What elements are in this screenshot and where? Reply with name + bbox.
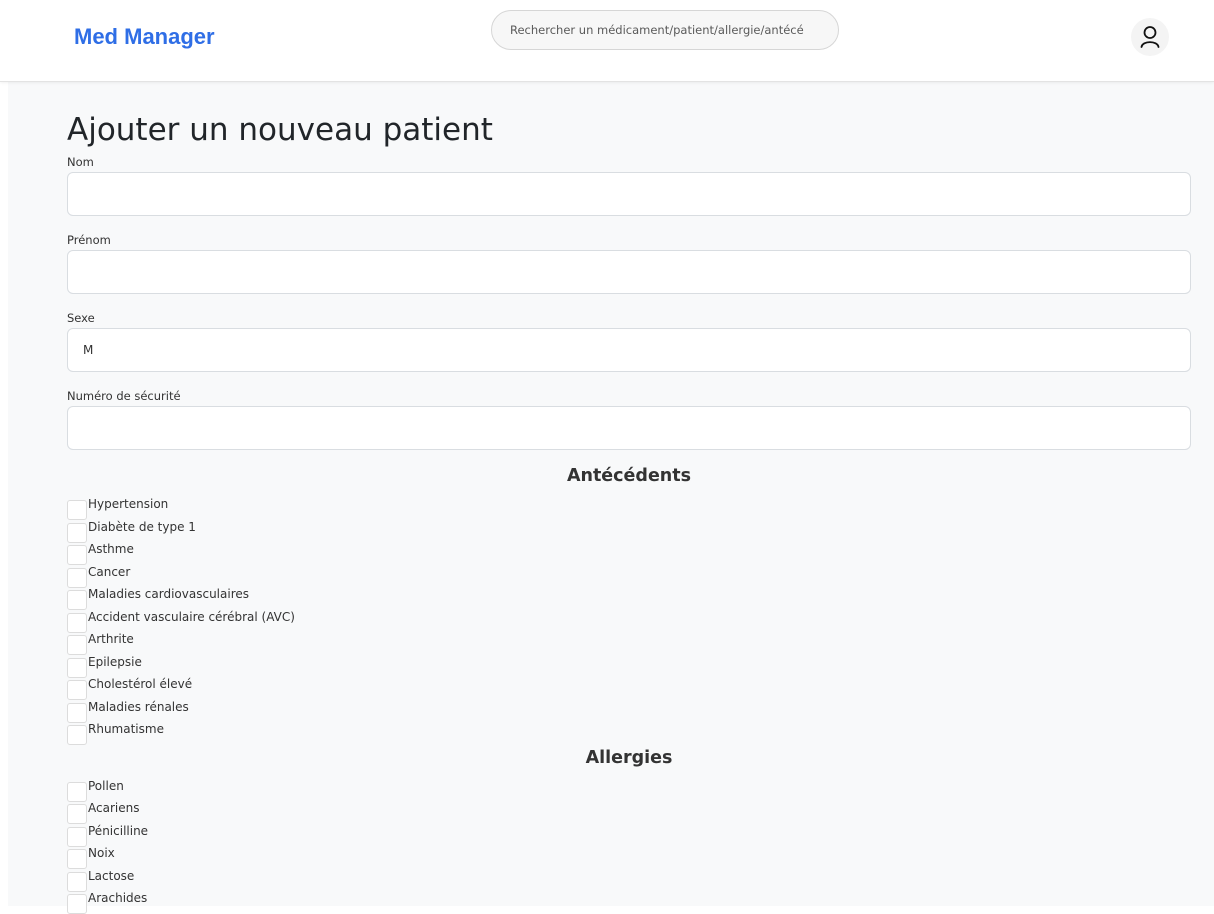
allergy-label: Lactose	[88, 868, 135, 883]
antecedent-checkbox[interactable]	[67, 590, 87, 611]
antecedent-row: Maladies cardiovasculaires	[67, 586, 1191, 611]
antecedent-checkbox[interactable]	[67, 657, 87, 678]
allergy-label: Noix	[88, 846, 115, 861]
antecedents-list: Hypertension Diabète de type 1 Asthme Cance…	[67, 496, 1191, 746]
allergy-checkbox[interactable]	[67, 871, 87, 892]
antecedent-label: Asthme	[88, 542, 134, 557]
allergies-title: Allergies	[585, 747, 673, 768]
antecedent-row: Cholestérol élevé	[67, 676, 1191, 701]
prenom-input[interactable]	[67, 250, 1191, 294]
allergy-row: Lactose	[67, 868, 1191, 892]
user-icon	[1140, 26, 1160, 48]
antecedent-label: Hypertension	[88, 497, 169, 512]
allergy-checkbox[interactable]	[67, 826, 87, 847]
allergy-label: Pollen	[88, 778, 124, 793]
antecedent-checkbox[interactable]	[67, 500, 87, 521]
antecedent-row: Hypertension	[67, 496, 1191, 521]
sexe-input[interactable]	[67, 328, 1191, 372]
sexe-label: Sexe	[67, 311, 95, 325]
nom-input[interactable]	[67, 172, 1191, 216]
antecedent-checkbox[interactable]	[67, 725, 87, 746]
allergy-row: Pénicilline	[67, 823, 1191, 847]
antecedent-checkbox[interactable]	[67, 522, 87, 543]
allergy-row: Acariens	[67, 800, 1191, 825]
top-navbar: Med Manager	[0, 0, 1214, 82]
page-title: Ajouter un nouveau patient	[67, 112, 493, 148]
secu-label: Numéro de sécurité	[67, 389, 181, 403]
allergy-row: Pollen	[67, 778, 1191, 802]
secu-input[interactable]	[67, 406, 1191, 450]
allergy-checkbox[interactable]	[67, 849, 87, 870]
user-menu-button[interactable]	[1131, 18, 1169, 56]
secu-group: Numéro de sécurité	[67, 388, 1191, 450]
antecedent-row: Diabète de type 1	[67, 519, 1191, 543]
allergy-label: Pénicilline	[88, 823, 149, 838]
antecedent-label: Accident vasculaire cérébral (AVC)	[88, 609, 295, 624]
main-content: Ajouter un nouveau patient Nom Prénom Se…	[8, 82, 1214, 914]
antecedent-row: Epilepsie	[67, 654, 1191, 678]
prenom-group: Prénom	[67, 232, 1191, 294]
patient-form: Ajouter un nouveau patient Nom Prénom Se…	[67, 110, 1191, 914]
allergy-checkbox[interactable]	[67, 804, 87, 825]
antecedent-checkbox[interactable]	[67, 680, 87, 701]
antecedent-row: Rhumatisme	[67, 721, 1191, 746]
nom-group: Nom	[67, 154, 1191, 216]
sexe-group: Sexe	[67, 310, 1191, 372]
antecedent-row: Cancer	[67, 564, 1191, 588]
allergy-label: Arachides	[88, 891, 148, 906]
antecedent-checkbox[interactable]	[67, 635, 87, 656]
antecedent-checkbox[interactable]	[67, 612, 87, 633]
antecedent-label: Epilepsie	[88, 654, 142, 669]
antecedent-row: Maladies rénales	[67, 699, 1191, 723]
antecedent-label: Maladies cardiovasculaires	[88, 587, 249, 602]
antecedent-checkbox[interactable]	[67, 702, 87, 723]
prenom-label: Prénom	[67, 233, 111, 247]
antecedent-label: Rhumatisme	[88, 722, 164, 737]
antecedent-label: Diabète de type 1	[88, 519, 196, 534]
antecedent-row: Accident vasculaire cérébral (AVC)	[67, 609, 1191, 633]
antecedent-row: Arthrite	[67, 631, 1191, 656]
antecedent-row: Asthme	[67, 541, 1191, 566]
allergy-label: Acariens	[88, 801, 140, 816]
allergy-checkbox[interactable]	[67, 894, 87, 914]
antecedent-label: Maladies rénales	[88, 699, 189, 714]
brand-link[interactable]: Med Manager	[74, 24, 215, 50]
antecedent-label: Cholestérol élevé	[88, 677, 193, 692]
search-input[interactable]	[491, 10, 839, 50]
nom-label: Nom	[67, 155, 94, 169]
antecedent-checkbox[interactable]	[67, 567, 87, 588]
allergies-list: Pollen Acariens Pénicilline Noix Lactose Arac…	[67, 778, 1191, 914]
antecedent-checkbox[interactable]	[67, 545, 87, 566]
antecedents-title: Antécédents	[566, 466, 692, 486]
allergy-row: Arachides	[67, 890, 1191, 914]
allergy-row: Noix	[67, 845, 1191, 870]
allergy-checkbox[interactable]	[67, 781, 87, 802]
antecedent-label: Arthrite	[88, 632, 134, 647]
antecedent-label: Cancer	[88, 564, 131, 579]
